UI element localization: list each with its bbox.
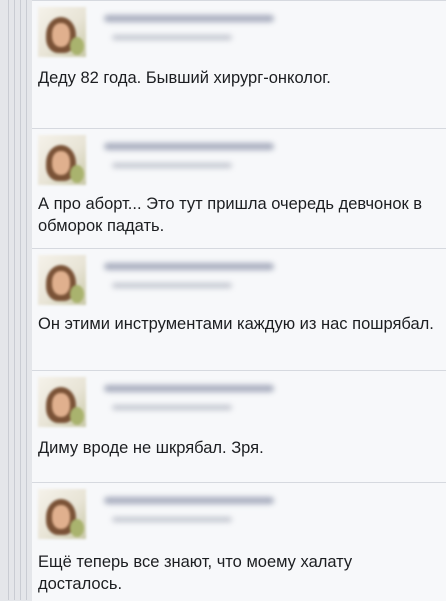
thread-rail bbox=[8, 0, 9, 600]
comment-date-redacted[interactable] bbox=[112, 163, 232, 168]
profile-photo-icon[interactable] bbox=[38, 255, 86, 305]
author-name-redacted[interactable] bbox=[104, 15, 274, 22]
profile-photo-icon[interactable] bbox=[38, 135, 86, 185]
author-name-redacted[interactable] bbox=[104, 263, 274, 270]
comment-feed: Деду 82 года. Бывший хирург-онколог. А п… bbox=[0, 0, 446, 601]
comment-text: А про аборт... Это тут пришла очередь де… bbox=[38, 195, 423, 235]
comment-item: А про аборт... Это тут пришла очередь де… bbox=[32, 128, 446, 249]
comment-text: Диму вроде не шкрябал. Зря. bbox=[38, 439, 264, 457]
comment-date-redacted[interactable] bbox=[112, 283, 232, 288]
comment-item: Деду 82 года. Бывший хирург-онколог. bbox=[32, 0, 446, 129]
comment-text: Ещё теперь все знают, что моему халату д… bbox=[38, 553, 353, 593]
thread-rail bbox=[26, 0, 27, 600]
thread-rail bbox=[14, 0, 15, 600]
comment-text: Он этими инструментами каждую из нас пош… bbox=[38, 315, 434, 333]
author-name-redacted[interactable] bbox=[104, 143, 274, 150]
comment-item: Он этими инструментами каждую из нас пош… bbox=[32, 248, 446, 371]
comment-item: Ещё теперь все знают, что моему халату д… bbox=[32, 482, 446, 601]
thread-rail bbox=[20, 0, 21, 600]
comment-date-redacted[interactable] bbox=[112, 35, 232, 40]
profile-photo-icon[interactable] bbox=[38, 489, 86, 539]
author-name-redacted[interactable] bbox=[104, 497, 274, 504]
author-name-redacted[interactable] bbox=[104, 385, 274, 392]
comment-text: Деду 82 года. Бывший хирург-онколог. bbox=[38, 69, 331, 87]
profile-photo-icon[interactable] bbox=[38, 377, 86, 427]
comment-date-redacted[interactable] bbox=[112, 405, 232, 410]
profile-photo-icon[interactable] bbox=[38, 7, 86, 57]
comment-item: Диму вроде не шкрябал. Зря. bbox=[32, 370, 446, 483]
comment-date-redacted[interactable] bbox=[112, 517, 232, 522]
